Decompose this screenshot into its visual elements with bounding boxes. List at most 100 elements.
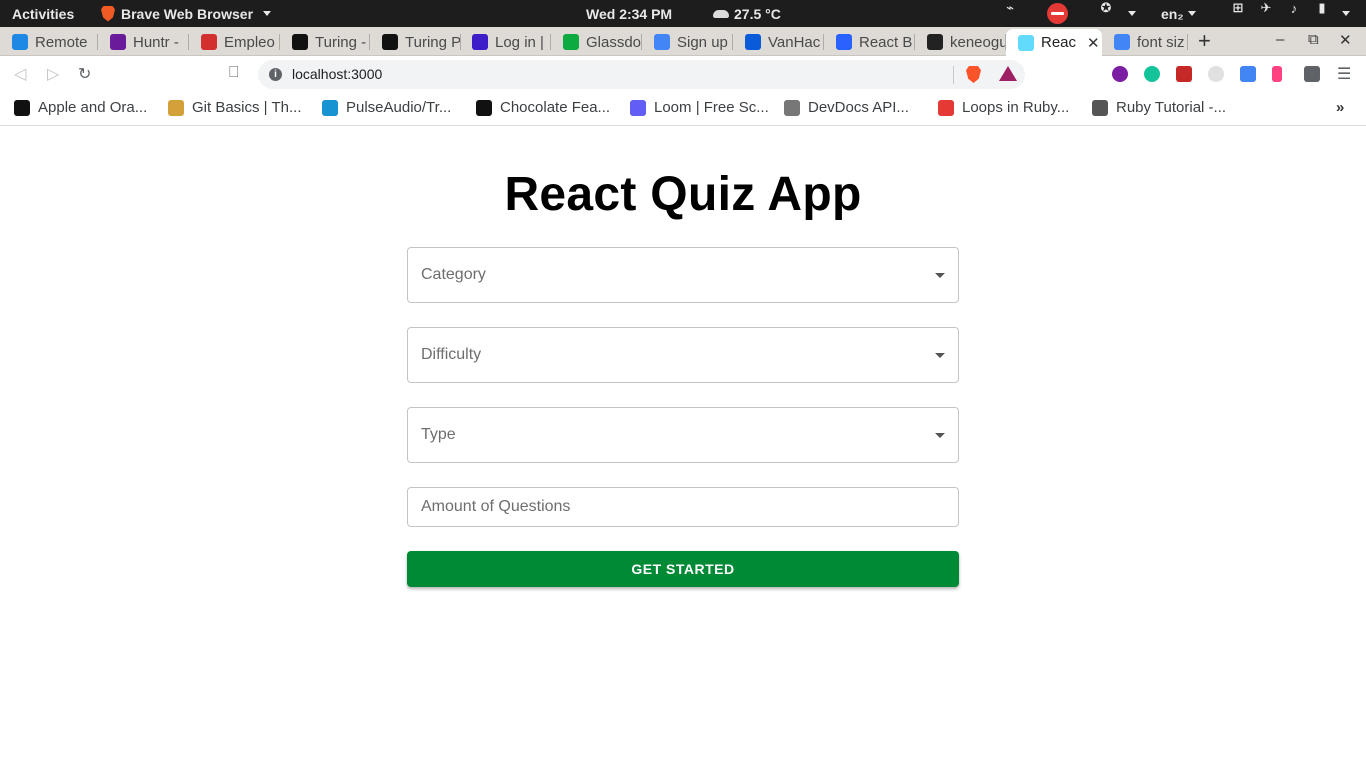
do-not-disturb-icon[interactable] xyxy=(1047,3,1068,24)
bookmark-item[interactable]: Ruby Tutorial -... xyxy=(1092,99,1226,116)
extension-loom-icon[interactable] xyxy=(1112,66,1128,82)
bookmark-item[interactable]: PulseAudio/Tr... xyxy=(322,99,451,116)
extension-gray-icon[interactable] xyxy=(1208,66,1224,82)
hb-icon xyxy=(476,99,492,116)
hb-icon xyxy=(14,99,30,116)
tab-label: Glassdo xyxy=(586,33,642,51)
bookmark-item[interactable]: Apple and Ora... xyxy=(14,99,147,116)
tab-label: Log in | xyxy=(495,33,544,51)
amount-of-questions-input[interactable] xyxy=(407,487,959,527)
huntr-icon xyxy=(110,34,126,50)
extension-red-icon[interactable] xyxy=(1176,66,1192,82)
extension-colorful-icon[interactable] xyxy=(1272,66,1282,82)
extensions-puzzle-icon[interactable] xyxy=(1304,66,1320,82)
activities-button[interactable]: Activities xyxy=(12,0,74,27)
tab-6[interactable]: Glassdo xyxy=(551,29,642,55)
url-text[interactable]: localhost:3000 xyxy=(292,66,382,82)
tab-11[interactable]: Reac ✕ xyxy=(1006,29,1102,56)
dropdown-arrow-icon xyxy=(935,273,945,278)
bookmark-item[interactable]: Git Basics | Th... xyxy=(168,99,301,116)
extension-grammarly-icon[interactable] xyxy=(1144,66,1160,82)
google-icon xyxy=(1114,34,1130,50)
tab-7[interactable]: Sign up xyxy=(642,29,733,55)
browser-toolbar: ◁ ▷ ↻ ⎕ i localhost:3000 ☰ xyxy=(0,56,1366,93)
category-label: Category xyxy=(421,266,486,283)
close-window-icon[interactable]: ✕ xyxy=(1339,31,1352,49)
battery-icon[interactable]: ▮ xyxy=(1314,0,1330,16)
tab-label: Remote xyxy=(35,33,88,51)
tab-0[interactable]: Remote xyxy=(0,29,98,55)
tab-8[interactable]: VanHac xyxy=(733,29,824,55)
bookmark-label: PulseAudio/Tr... xyxy=(346,99,452,116)
difficulty-select[interactable]: Difficulty xyxy=(407,327,959,383)
tab-label: React B xyxy=(859,33,913,51)
chevron-down-icon xyxy=(1187,11,1196,16)
cloud-icon xyxy=(713,9,729,18)
tab-10[interactable]: keneogu xyxy=(915,29,1006,55)
reload-icon[interactable]: ↻ xyxy=(78,64,91,84)
glassdoor-icon xyxy=(563,34,579,50)
loom-icon xyxy=(630,99,646,116)
brave-shields-icon[interactable] xyxy=(966,66,981,83)
address-bar[interactable]: i localhost:3000 xyxy=(258,60,1025,89)
tab-3[interactable]: Turing - xyxy=(280,29,370,55)
tab-label: Empleo xyxy=(224,33,275,51)
bookmarks-bar: Ruby Tutorial -... Loops in Ruby... DevDoc… xyxy=(0,93,1366,126)
app-name: Brave Web Browser xyxy=(121,5,254,22)
tab-strip: font siz Reac ✕ keneogu React B VanHac Sign up… xyxy=(0,27,1366,56)
weather-indicator[interactable]: 27.5 °C xyxy=(713,0,781,27)
network-icon[interactable]: ⊞ xyxy=(1230,0,1246,16)
diamond-icon xyxy=(1092,99,1108,116)
tab-4[interactable]: Turing P xyxy=(370,29,461,55)
remote-icon xyxy=(12,34,28,50)
turing-icon xyxy=(292,34,308,50)
close-tab-icon[interactable]: ✕ xyxy=(1087,34,1100,52)
bookmark-label: Loops in Ruby... xyxy=(962,99,1070,116)
type-select[interactable]: Type xyxy=(407,407,959,463)
weather-temperature: 27.5 °C xyxy=(734,5,781,22)
tab-12[interactable]: font siz xyxy=(1102,29,1188,55)
bookmark-item[interactable]: Loops in Ruby... xyxy=(938,99,1069,116)
app-menu[interactable]: Brave Web Browser xyxy=(101,0,272,27)
category-select[interactable]: Category xyxy=(407,247,959,303)
brave-rewards-icon[interactable] xyxy=(999,66,1017,81)
more-bookmarks-icon[interactable]: » xyxy=(1336,99,1344,116)
language-label: en₂ xyxy=(1161,5,1184,22)
vanhack-icon xyxy=(745,34,761,50)
bookmark-label: Ruby Tutorial -... xyxy=(1116,99,1227,116)
sound-input-icon[interactable]: ⌁ xyxy=(1002,0,1018,16)
megaphone-icon xyxy=(201,34,217,50)
turing-icon xyxy=(382,34,398,50)
tab-9[interactable]: React B xyxy=(824,29,915,55)
get-started-button[interactable]: GET STARTED xyxy=(407,551,959,587)
bookmark-item[interactable]: Chocolate Fea... xyxy=(476,99,610,116)
new-tab-button[interactable]: + xyxy=(1198,29,1211,53)
language-indicator[interactable]: en₂ xyxy=(1161,0,1196,27)
react-b-icon xyxy=(836,34,852,50)
difficulty-label: Difficulty xyxy=(421,346,482,363)
menu-icon[interactable]: ☰ xyxy=(1337,64,1351,84)
bookmark-item[interactable]: DevDocs API... xyxy=(784,99,909,116)
minimize-icon[interactable]: – xyxy=(1276,31,1284,48)
ruby-stripes-icon xyxy=(938,99,954,116)
extension-translate-icon[interactable] xyxy=(1240,66,1256,82)
airplane-icon[interactable]: ✈ xyxy=(1258,0,1274,16)
tab-label: Sign up xyxy=(677,33,728,51)
tab-5[interactable]: Log in | xyxy=(460,29,551,55)
back-icon[interactable]: ◁ xyxy=(14,64,26,84)
clock[interactable]: Wed 2:34 PM xyxy=(586,0,672,27)
chevron-down-icon[interactable] xyxy=(1342,11,1350,16)
volume-icon[interactable]: ♪ xyxy=(1286,0,1302,16)
tab-1[interactable]: Huntr - xyxy=(98,29,189,55)
bookmark-label: Git Basics | Th... xyxy=(192,99,302,116)
bookmark-item[interactable]: Loom | Free Sc... xyxy=(630,99,769,116)
accessibility-icon[interactable]: ✪ xyxy=(1098,0,1114,16)
forward-icon[interactable]: ▷ xyxy=(47,64,59,84)
restore-icon[interactable]: ⧉ xyxy=(1308,31,1319,48)
bookmark-icon[interactable]: ⎕ xyxy=(229,64,239,82)
brave-icon xyxy=(101,5,115,22)
tab-label: Turing P xyxy=(405,33,461,51)
github-icon xyxy=(927,34,943,50)
site-info-icon[interactable]: i xyxy=(269,68,282,81)
tab-2[interactable]: Empleo xyxy=(189,29,280,55)
